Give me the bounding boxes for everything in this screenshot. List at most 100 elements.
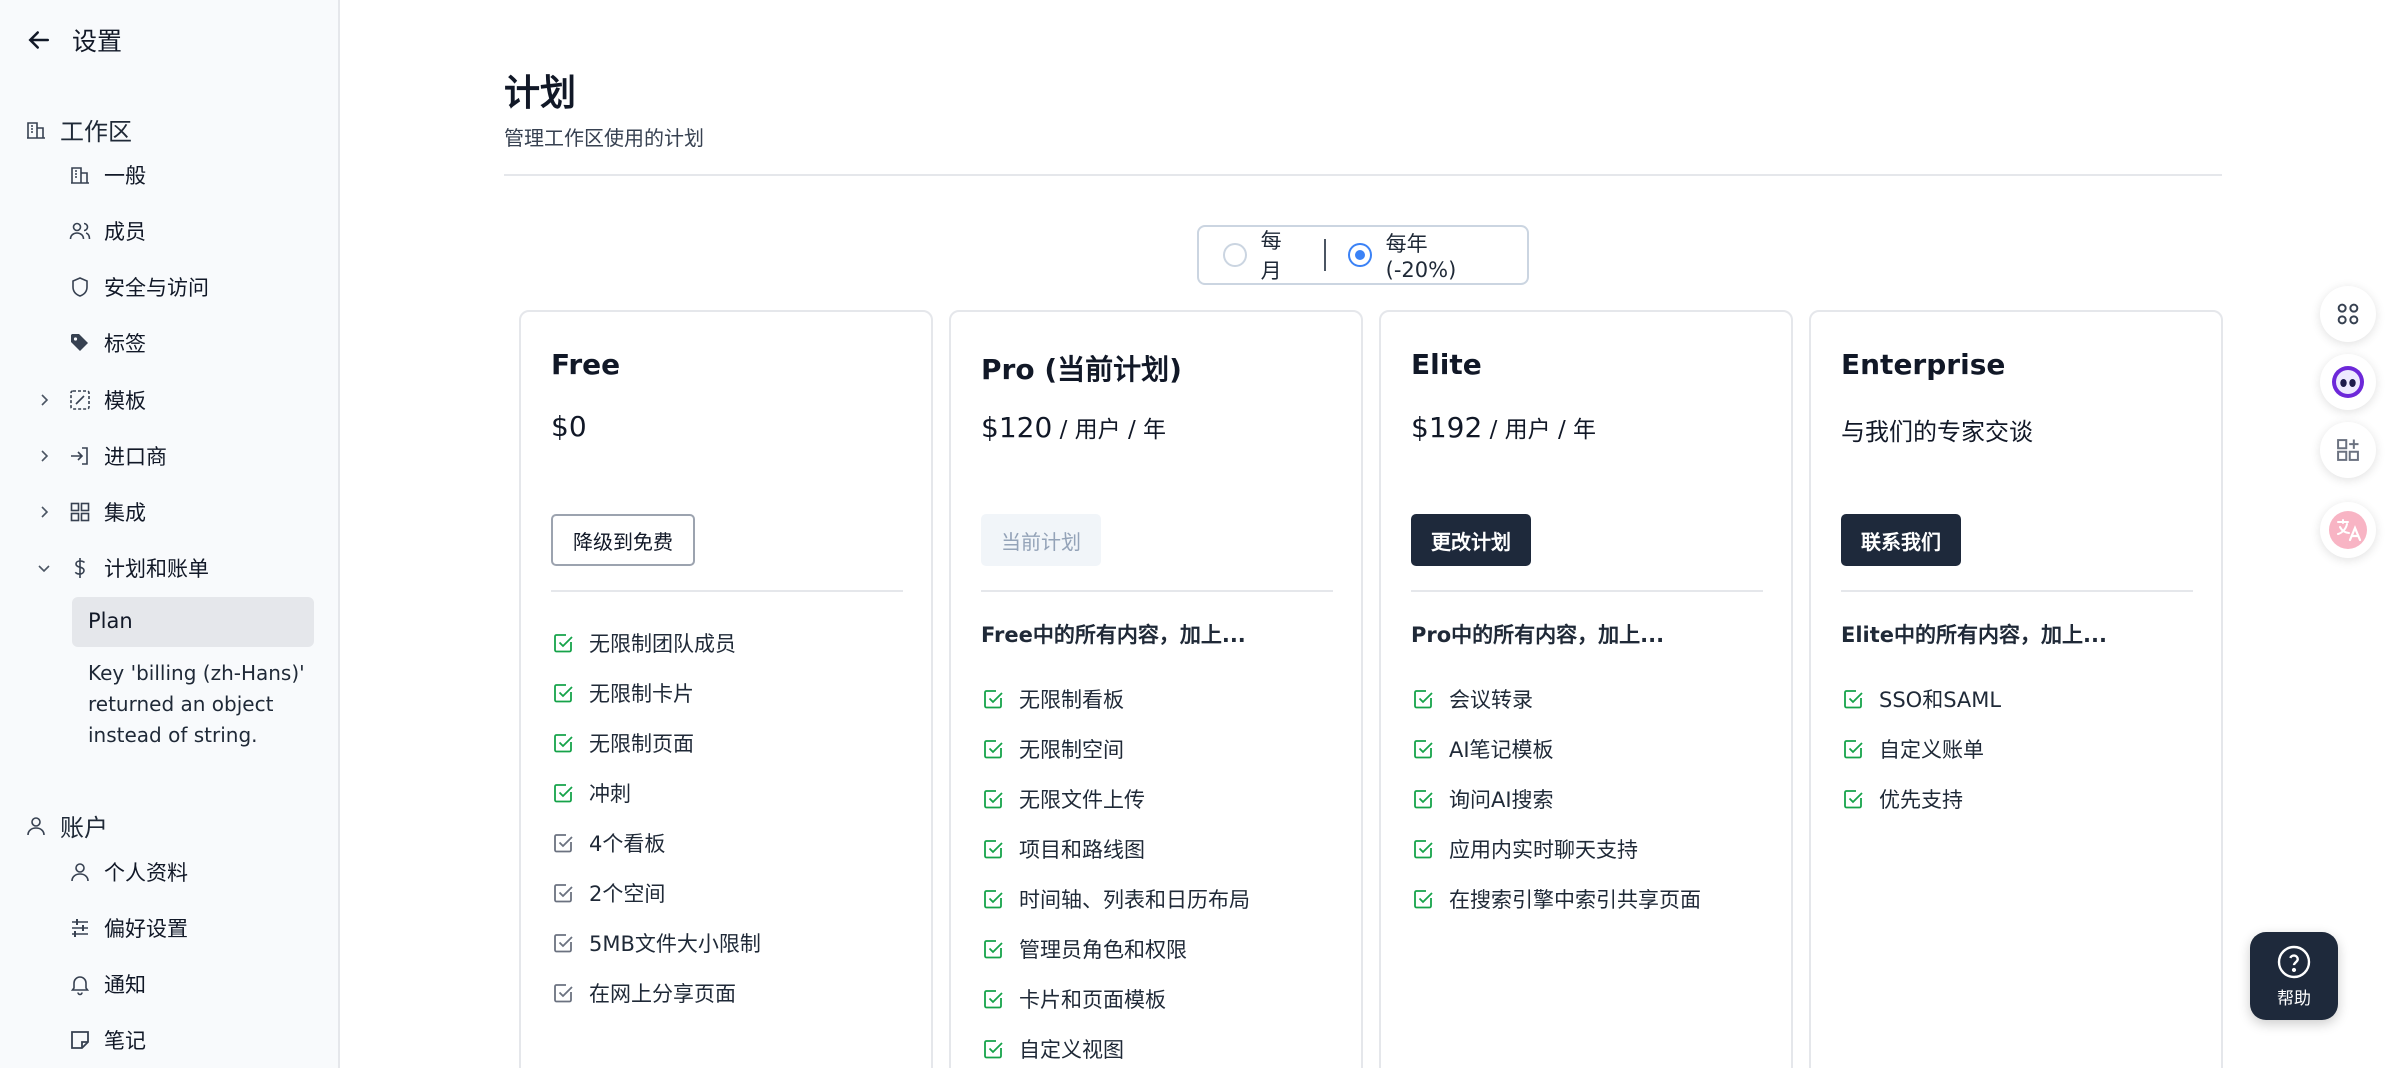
feature-text: 应用内实时聊天支持 <box>1449 838 1638 862</box>
import-icon <box>68 444 92 468</box>
feature-list: 会议转录 AI笔记模板 询问AI搜索 应用内实时聊天支持 在搜索引擎中索引共享页… <box>1411 674 1701 924</box>
contact-us-button[interactable]: 联系我们 <box>1841 514 1961 566</box>
check-square-icon <box>551 931 575 955</box>
chevron-right-icon[interactable] <box>36 392 52 408</box>
sidebar-item-label: 进口商 <box>104 445 167 469</box>
sidebar-item-notifications[interactable]: 通知 <box>68 964 146 1004</box>
check-square-icon <box>551 981 575 1005</box>
feature-intro: Free中的所有内容，加上... <box>981 623 1246 647</box>
translate-icon <box>2328 510 2368 550</box>
feature-item: 管理员角色和权限 <box>981 924 1250 974</box>
feature-item: 无限制看板 <box>981 674 1250 724</box>
feature-item: 无限制团队成员 <box>551 618 761 668</box>
sidebar-item-label: 安全与访问 <box>104 276 209 300</box>
monthly-radio[interactable] <box>1223 243 1247 267</box>
feature-item: 优先支持 <box>1841 774 2001 824</box>
feature-text: 管理员角色和权限 <box>1019 938 1187 962</box>
feature-text: 无限制卡片 <box>589 682 694 706</box>
workspace-label: 工作区 <box>60 118 132 146</box>
sidebar-item-tags[interactable]: 标签 <box>68 323 146 363</box>
user-icon <box>68 860 92 884</box>
sidebar-item-security[interactable]: 安全与访问 <box>68 267 209 307</box>
price-amount: $120 <box>981 411 1053 444</box>
feature-item: 5MB文件大小限制 <box>551 918 761 968</box>
feature-intro: Pro中的所有内容，加上... <box>1411 623 1665 647</box>
sidebar-item-members[interactable]: 成员 <box>68 211 146 251</box>
shield-icon <box>68 275 92 299</box>
feature-text: 5MB文件大小限制 <box>589 932 761 956</box>
sidebar-subitem-plan[interactable]: Plan <box>72 597 314 647</box>
feature-text: 自定义账单 <box>1879 738 1984 762</box>
feature-item: 自定义账单 <box>1841 724 2001 774</box>
feature-list: 无限制团队成员 无限制卡片 无限制页面 冲刺 4个看板 2个空间 5MB文件大小… <box>551 618 761 1018</box>
feature-text: 无限制团队成员 <box>589 632 736 656</box>
workspace-section-header: 工作区 <box>24 112 132 147</box>
check-square-icon <box>551 781 575 805</box>
toggle-separator <box>1323 239 1326 271</box>
price-unit: / 用户 / 年 <box>1052 417 1167 443</box>
feature-text: 项目和路线图 <box>1019 838 1145 862</box>
sidebar-item-notes[interactable]: 笔记 <box>68 1020 146 1060</box>
plan-price: $120 / 用户 / 年 <box>981 410 1166 444</box>
sidebar-item-general[interactable]: 一般 <box>68 155 146 195</box>
grid-icon <box>68 500 92 524</box>
sidebar-item-label: 个人资料 <box>104 861 188 885</box>
translate-button[interactable] <box>2320 502 2376 558</box>
feature-item: 4个看板 <box>551 818 761 868</box>
account-label: 账户 <box>60 814 108 842</box>
check-square-icon <box>1411 887 1435 911</box>
feature-item: 无限制空间 <box>981 724 1250 774</box>
sidebar-item-label: 通知 <box>104 973 146 997</box>
check-square-icon <box>981 737 1005 761</box>
feature-item: 在搜索引擎中索引共享页面 <box>1411 874 1701 924</box>
shortcuts-icon <box>2334 300 2362 328</box>
back-to-settings[interactable]: 设置 <box>24 22 122 58</box>
settings-title: 设置 <box>72 27 123 56</box>
feature-item: 询问AI搜索 <box>1411 774 1701 824</box>
sidebar-item-integrations[interactable]: 集成 <box>68 492 146 532</box>
sidebar-item-templates[interactable]: 模板 <box>68 380 146 420</box>
header-divider <box>504 174 2222 176</box>
yearly-radio[interactable] <box>1347 243 1372 267</box>
feature-item: AI笔记模板 <box>1411 724 1701 774</box>
card-divider <box>981 590 1333 592</box>
dollar-icon <box>68 556 92 580</box>
feature-text: 在搜索引擎中索引共享页面 <box>1449 888 1701 912</box>
plan-price: $192 / 用户 / 年 <box>1411 410 1596 444</box>
sidebar-item-preferences[interactable]: 偏好设置 <box>68 908 188 948</box>
sidebar-item-importers[interactable]: 进口商 <box>68 436 167 476</box>
shortcuts-button[interactable] <box>2320 286 2376 342</box>
user-icon <box>24 814 48 838</box>
feature-item: 时间轴、列表和日历布局 <box>981 874 1250 924</box>
billing-period-toggle: 每月 每年 (-20%) <box>1197 225 1529 285</box>
feature-item: 在网上分享页面 <box>551 968 761 1018</box>
feature-intro: Elite中的所有内容，加上... <box>1841 623 2107 647</box>
yearly-label[interactable]: 每年 (-20%) <box>1386 228 1503 282</box>
chevron-down-icon[interactable] <box>36 560 52 576</box>
downgrade-to-free-button[interactable]: 降级到免费 <box>551 514 695 566</box>
check-square-icon <box>1841 737 1865 761</box>
plan-name: Pro (当前计划) <box>981 353 1182 386</box>
sidebar-item-billing[interactable]: 计划和账单 <box>68 548 209 588</box>
sticky-note-icon <box>68 1028 92 1052</box>
apps-icon <box>2334 436 2362 464</box>
feature-text: SSO和SAML <box>1879 688 2002 712</box>
check-square-icon <box>1841 787 1865 811</box>
feature-item: 无限制卡片 <box>551 668 761 718</box>
assistant-button[interactable] <box>2320 354 2376 410</box>
check-square-icon <box>981 887 1005 911</box>
plan-card-elite: Elite $192 / 用户 / 年 更改计划 Pro中的所有内容，加上...… <box>1379 310 1793 1068</box>
feature-text: 4个看板 <box>589 832 666 856</box>
sidebar-item-profile[interactable]: 个人资料 <box>68 852 188 892</box>
feature-item: 无限制页面 <box>551 718 761 768</box>
help-label: 帮助 <box>2277 988 2311 1009</box>
apps-button[interactable] <box>2320 422 2376 478</box>
feature-text: 卡片和页面模板 <box>1019 988 1166 1012</box>
change-plan-button[interactable]: 更改计划 <box>1411 514 1531 566</box>
help-button[interactable]: 帮助 <box>2250 932 2338 1020</box>
chevron-right-icon[interactable] <box>36 504 52 520</box>
sidebar-subitem-billing-missing-key[interactable]: Key 'billing (zh-Hans)' returned an obje… <box>88 658 318 751</box>
current-plan-button[interactable]: 当前计划 <box>981 514 1101 566</box>
monthly-label[interactable]: 每月 <box>1261 225 1302 285</box>
chevron-right-icon[interactable] <box>36 448 52 464</box>
